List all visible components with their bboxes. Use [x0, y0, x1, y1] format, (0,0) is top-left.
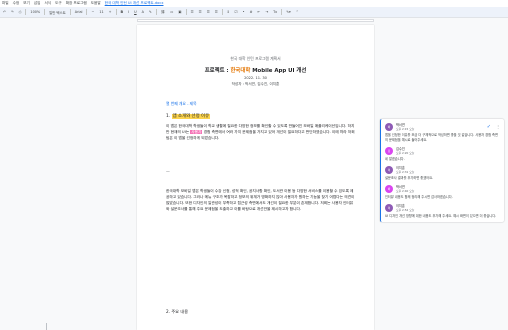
paragraph-2[interactable]: 한국대학 모바일 앱은 학생들이 수강 신청, 성적 확인, 공지사항 확인, … — [166, 188, 356, 212]
avatar: 이 — [385, 203, 393, 212]
bold-icon[interactable]: B — [120, 10, 125, 14]
document-outline-rail — [0, 23, 136, 330]
link-icon[interactable]: ⛓ — [160, 10, 166, 14]
align-center-icon[interactable]: ☰ — [198, 10, 203, 14]
reply-time: 오후 2:52 오늘 — [396, 208, 415, 212]
underline-icon[interactable]: U — [133, 10, 137, 14]
paragraph-1[interactable]: 이 앱은 한국대학 학생들이 학교 생활에 필요한 다양한 정보를 확인할 수 … — [166, 123, 356, 141]
resolve-check-icon[interactable]: ✓ — [487, 124, 491, 130]
image-icon[interactable]: ▣ — [177, 10, 182, 14]
reply-text: 네 알겠습니다. — [385, 157, 405, 161]
reply-time: 오후 2:20 오늘 — [396, 151, 415, 155]
font-size-minus-icon[interactable]: − — [90, 10, 95, 14]
highlight-icon[interactable]: ✎ — [148, 10, 153, 14]
menu-tools[interactable]: 도구 — [55, 1, 62, 6]
menu-bar: 파일 수정 보기 삽입 서식 도구 확장 프로그램 도움말 한국 대학 인턴 U… — [0, 0, 508, 7]
document-heading: 프로젝트 : 한국대학 Mobile App UI 개선 — [137, 66, 374, 74]
reply: 박 박서연 오후 2:40 오늘 — [385, 184, 500, 193]
numbered-list-icon[interactable]: # — [249, 10, 254, 14]
section-heading-2: 2. 주요 내용 — [166, 309, 189, 314]
reply: 이 이지훈 오후 2:52 오늘 — [385, 203, 500, 212]
print-icon[interactable]: ⎙ — [18, 10, 23, 14]
toolbar-divider — [185, 9, 187, 15]
page-header: 한국 대학 인턴 프로그램 계획서 — [230, 56, 281, 61]
toolbar-divider — [155, 9, 157, 15]
document-date: 2022. 11. 30 — [244, 76, 267, 80]
bullet-list-icon[interactable]: • — [242, 10, 246, 14]
title-accent: 한국대학 — [230, 68, 251, 74]
avatar: 박 — [385, 122, 393, 131]
reply-time: 오후 2:40 오늘 — [396, 189, 415, 193]
comment-icon[interactable]: ▭ — [169, 10, 174, 14]
title-suffix: Mobile App UI 개선 — [252, 68, 307, 74]
toolbar-divider — [221, 9, 223, 15]
checklist-icon[interactable]: ☑ — [234, 10, 239, 14]
document-page[interactable]: 한국 대학 인턴 프로그램 계획서 프로젝트 : 한국대학 Mobile App… — [137, 25, 374, 330]
menu-edit[interactable]: 수정 — [13, 1, 20, 6]
avatar: 박 — [385, 184, 393, 193]
menu-file[interactable]: 파일 — [2, 1, 9, 6]
toolbar-divider — [44, 9, 46, 15]
reply: 이 이지훈 오후 2:31 오늘 — [385, 165, 500, 174]
toolbar-divider — [69, 9, 71, 15]
toolbar: ↶ ↷ ⎙ 100% 일반 텍스트 Arial − 11 + B I U A ✎… — [0, 7, 508, 18]
toolbar-divider — [25, 9, 27, 15]
comment-text: 앱을 선정한 이유를 조금 더 구체적으로 작성하면 좋을 것 같습니다. 사용… — [385, 133, 498, 142]
menu-format[interactable]: 서식 — [45, 1, 52, 6]
align-justify-icon[interactable]: ☰ — [214, 10, 219, 14]
redo-icon[interactable]: ↷ — [10, 10, 15, 14]
align-left-icon[interactable]: ☰ — [190, 10, 195, 14]
text-color-icon[interactable]: A — [141, 10, 145, 14]
font-size-plus-icon[interactable]: + — [108, 10, 113, 14]
indent-decrease-icon[interactable]: ⇤ — [256, 10, 261, 14]
font-size-input[interactable]: 11 — [98, 10, 104, 14]
section-heading-1: 1. 앱 소개와 선정 이유 — [166, 113, 211, 119]
title-prefix: 프로젝트 : — [204, 68, 229, 74]
comment-header: 박 박서연 오후 2:15 오늘 ✓ ⋮ — [385, 122, 500, 131]
reply-text: UI 디자인 개선 방향에 대한 내용도 추가해 주세요. 예시 화면이 있으면… — [385, 214, 497, 218]
ruler-track[interactable] — [137, 19, 374, 22]
line-spacing-icon[interactable]: ↕ — [226, 10, 231, 14]
menu-insert[interactable]: 삽입 — [34, 1, 41, 6]
toolbar-divider — [115, 9, 117, 15]
menu-help[interactable]: 도움말 — [91, 1, 101, 6]
reply-time: 오후 2:31 오늘 — [396, 170, 415, 174]
avatar: 이 — [385, 165, 393, 174]
editing-mode-icon[interactable]: ✎▾ — [285, 10, 292, 14]
comment-thread[interactable]: 박 박서연 오후 2:15 오늘 ✓ ⋮ 앱을 선정한 이유를 조금 더 구체적… — [380, 119, 504, 222]
more-options-icon[interactable]: ⋮ — [496, 124, 500, 129]
section-number: 1. — [166, 114, 171, 119]
separator-dash: — — [166, 168, 170, 173]
commented-text[interactable]: 사용자 — [190, 130, 203, 134]
comment-time: 오후 2:15 오늘 — [396, 127, 415, 131]
avatar: 김 — [385, 146, 393, 155]
clear-format-icon[interactable]: Tx — [272, 10, 278, 14]
menu-view[interactable]: 보기 — [23, 1, 30, 6]
align-right-icon[interactable]: ☰ — [206, 10, 211, 14]
reply-text: 인터뷰 내용도 함께 정리해 주시면 감사하겠습니다. — [385, 195, 453, 199]
menu-extensions[interactable]: 확장 프로그램 — [66, 1, 87, 6]
toc-link[interactable]: 열 번째 개요 - 제목 — [166, 101, 197, 107]
italic-icon[interactable]: I — [127, 10, 130, 14]
document-title-link[interactable]: 한국 대학 인턴 UI 개선 프로젝트.docx — [105, 1, 164, 6]
reply-text: 설문조사 결과를 추가하면 좋겠어요. — [385, 176, 434, 180]
reply: 김 김수진 오후 2:20 오늘 — [385, 146, 500, 155]
document-author: 작성자 : 박서연, 김수진, 이지훈 — [231, 82, 280, 86]
font-select[interactable]: Arial — [74, 10, 84, 14]
outline-marker[interactable] — [46, 323, 47, 330]
collapse-menu-icon[interactable]: ⌃ — [295, 10, 300, 14]
zoom-select[interactable]: 100% — [29, 10, 41, 14]
style-select[interactable]: 일반 텍스트 — [48, 10, 67, 15]
section-title-highlighted: 앱 소개와 선정 이유 — [171, 114, 211, 119]
indent-increase-icon[interactable]: ⇥ — [264, 10, 269, 14]
toolbar-divider — [281, 9, 283, 15]
toolbar-divider — [86, 9, 88, 15]
undo-icon[interactable]: ↶ — [2, 10, 7, 14]
